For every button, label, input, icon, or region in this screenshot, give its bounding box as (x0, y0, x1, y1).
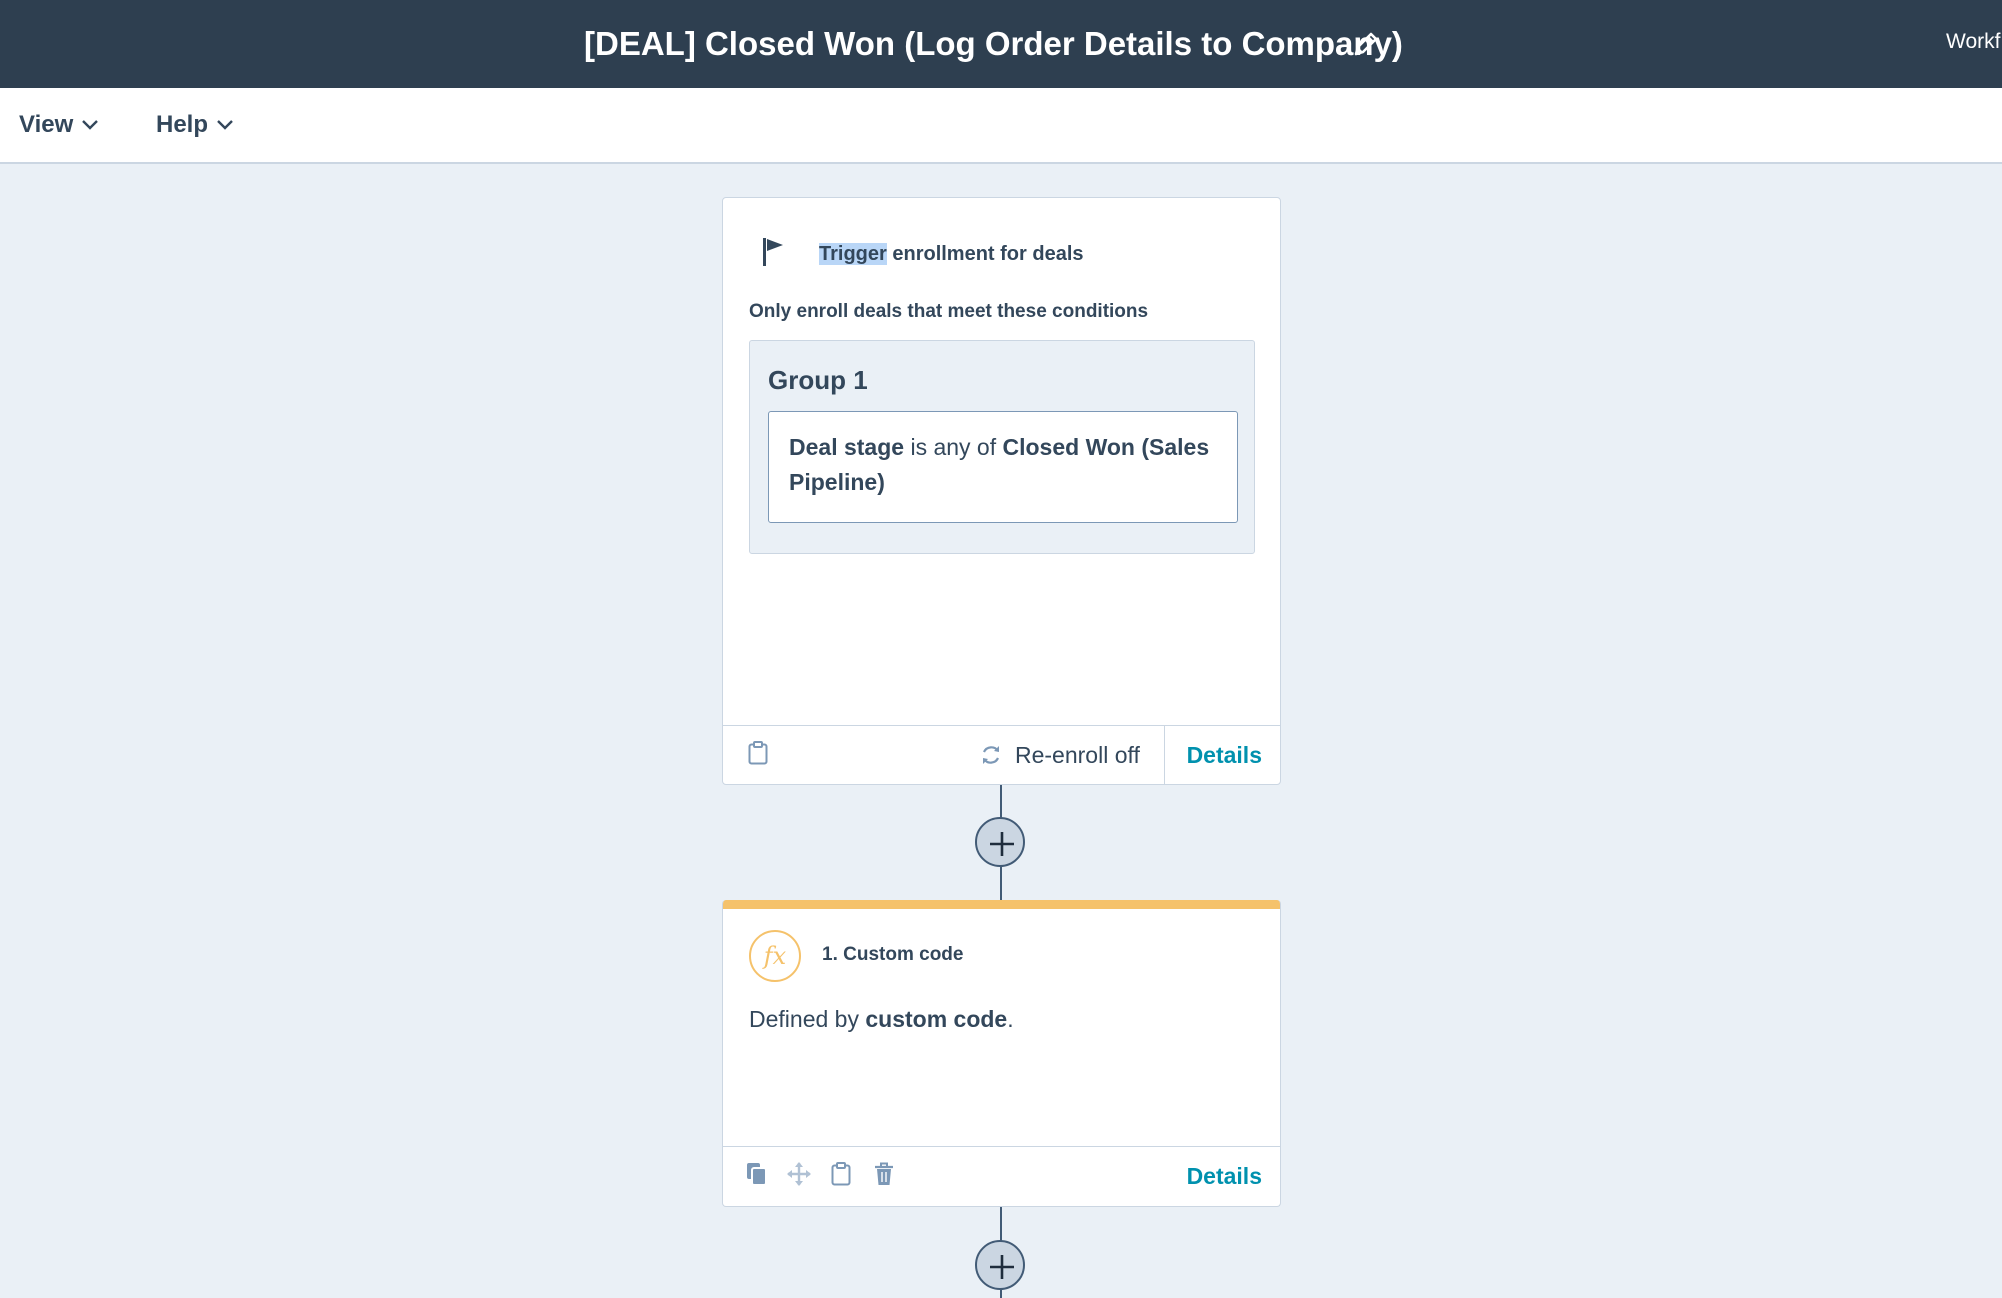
reenroll-label: Re-enroll off (1015, 742, 1140, 768)
action-desc-prefix: Defined by (749, 1006, 866, 1032)
plus-icon (990, 832, 1014, 856)
flag-icon (761, 236, 787, 273)
action-card-footer: Details (723, 1146, 1280, 1206)
footer-divider (1164, 726, 1165, 784)
chevron-down-icon (82, 120, 99, 130)
workflows-link[interactable]: Workf (1946, 28, 2000, 56)
condition-operator: is any of (904, 434, 1003, 460)
condition-filter[interactable]: Deal stage is any of Closed Won (Sales P… (768, 411, 1238, 523)
action-desc-suffix: . (1007, 1006, 1014, 1032)
add-action-button[interactable] (975, 1240, 1025, 1290)
trigger-card-footer: Re-enroll off Details (723, 725, 1280, 784)
copy-icon[interactable] (745, 1161, 769, 1192)
pencil-icon[interactable] (1350, 28, 1382, 60)
top-header: [DEAL] Closed Won (Log Order Details to … (0, 0, 2002, 88)
reenroll-toggle[interactable]: Re-enroll off (979, 740, 1140, 770)
action-desc-bold: custom code (865, 1006, 1008, 1032)
fx-icon: fx (749, 930, 801, 982)
trigger-title-highlight: Trigger (819, 243, 887, 265)
refresh-icon (983, 746, 999, 764)
toolbar: View Help (0, 88, 2002, 164)
condition-property: Deal stage (789, 434, 905, 460)
action-accent-stripe (723, 900, 1280, 909)
view-menu[interactable]: View (19, 110, 99, 140)
help-menu-label: Help (156, 111, 209, 138)
trash-icon[interactable] (873, 1161, 895, 1192)
trigger-card[interactable]: Trigger enrollment for deals Only enroll… (722, 197, 1281, 785)
clipboard-icon[interactable] (747, 740, 769, 771)
trigger-title: Trigger enrollment for deals (819, 240, 1084, 268)
add-action-button[interactable] (975, 817, 1025, 867)
plus-icon (990, 1255, 1014, 1279)
action-title: 1. Custom code (822, 944, 964, 965)
group-title: Group 1 (768, 365, 868, 395)
clipboard-icon[interactable] (830, 1161, 852, 1192)
custom-code-action-card[interactable]: fx 1. Custom code Defined by custom code… (722, 900, 1281, 1207)
trigger-subtitle: Only enroll deals that meet these condit… (749, 301, 1149, 322)
trigger-details-link[interactable]: Details (1187, 740, 1262, 770)
action-details-link[interactable]: Details (1187, 1161, 1262, 1191)
action-description: Defined by custom code. (749, 1003, 1014, 1035)
move-icon[interactable] (786, 1161, 812, 1192)
condition-group: Group 1 Deal stage is any of Closed Won … (749, 340, 1255, 554)
trigger-title-rest: enrollment for deals (886, 243, 1084, 265)
chevron-down-icon (217, 120, 233, 130)
workflow-title[interactable]: [DEAL] Closed Won (Log Order Details to … (584, 22, 1403, 66)
view-menu-label: View (19, 111, 74, 138)
help-menu[interactable]: Help (156, 110, 234, 140)
